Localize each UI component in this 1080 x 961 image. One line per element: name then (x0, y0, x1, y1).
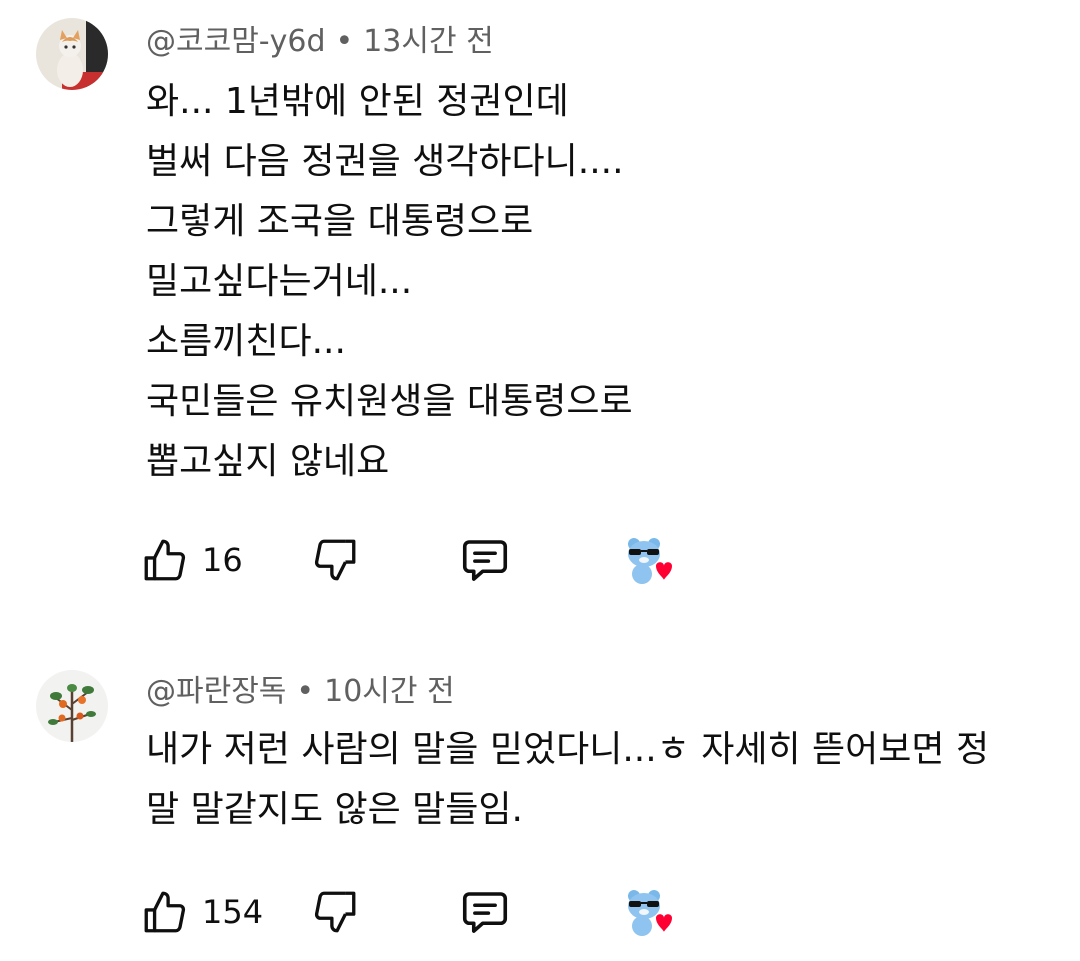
comment-line: 와... 1년밖에 안된 정권인데 (146, 81, 569, 122)
dislike-button[interactable] (310, 882, 360, 942)
reply-button[interactable] (458, 530, 512, 590)
like-count: 154 (202, 893, 264, 931)
comment-line: 뽑고싶지 않네요 (146, 441, 390, 482)
creator-heart-badge (612, 530, 676, 590)
thumbs-down-icon (310, 535, 360, 585)
comment-text: 내가 저런 사람의 말을 믿었다니...ㅎ 자세히 뜯어보면 정 말 말같지도 … (146, 720, 1076, 840)
comment-author[interactable]: @코코맘-y6d (146, 24, 326, 59)
creator-heart-badge (612, 882, 676, 942)
comment-item: @코코맘-y6d • 13시간 전 와... 1년밖에 안된 정권인데 벌써 다음 … (0, 0, 1080, 610)
comment-actions: 154 (140, 882, 740, 942)
meta-separator: • (335, 24, 354, 59)
comment-line: 벌써 다음 정권을 생각하다니.... (146, 141, 624, 182)
avatar[interactable] (36, 18, 108, 90)
thumbs-up-icon (140, 887, 190, 937)
comment-line: 내가 저런 사람의 말을 믿었다니...ㅎ 자세히 뜯어보면 정 (146, 729, 990, 770)
reply-button[interactable] (458, 882, 512, 942)
reply-icon (458, 885, 512, 939)
thumbs-up-icon (140, 535, 190, 585)
comment-line: 밀고싶다는거네... (146, 261, 413, 302)
comment-timestamp[interactable]: 13시간 전 (363, 24, 494, 59)
creator-heart-icon (612, 880, 676, 944)
comment-line: 말 말같지도 않은 말들임. (146, 789, 523, 830)
thumbs-down-icon (310, 887, 360, 937)
creator-heart-icon (612, 528, 676, 592)
comment-item: @파란장독 • 10시간 전 내가 저런 사람의 말을 믿었다니...ㅎ 자세히 뜯… (0, 650, 1080, 961)
like-count: 16 (202, 541, 243, 579)
comment-meta: @파란장독 • 10시간 전 (146, 670, 455, 714)
comment-text: 와... 1년밖에 안된 정권인데 벌써 다음 정권을 생각하다니.... 그렇… (146, 72, 1076, 492)
comment-line: 그렇게 조국을 대통령으로 (146, 201, 534, 242)
like-button[interactable]: 154 (140, 882, 263, 942)
meta-separator: • (296, 674, 315, 709)
comment-line: 소름끼친다... (146, 321, 346, 362)
comment-meta: @코코맘-y6d • 13시간 전 (146, 20, 494, 64)
comment-timestamp[interactable]: 10시간 전 (324, 674, 455, 709)
comment-actions: 16 (140, 530, 740, 590)
reply-icon (458, 533, 512, 587)
comment-line: 국민들은 유치원생을 대통령으로 (146, 381, 633, 422)
like-button[interactable]: 16 (140, 530, 243, 590)
avatar[interactable] (36, 670, 108, 742)
comment-author[interactable]: @파란장독 (146, 674, 286, 709)
dislike-button[interactable] (310, 530, 360, 590)
